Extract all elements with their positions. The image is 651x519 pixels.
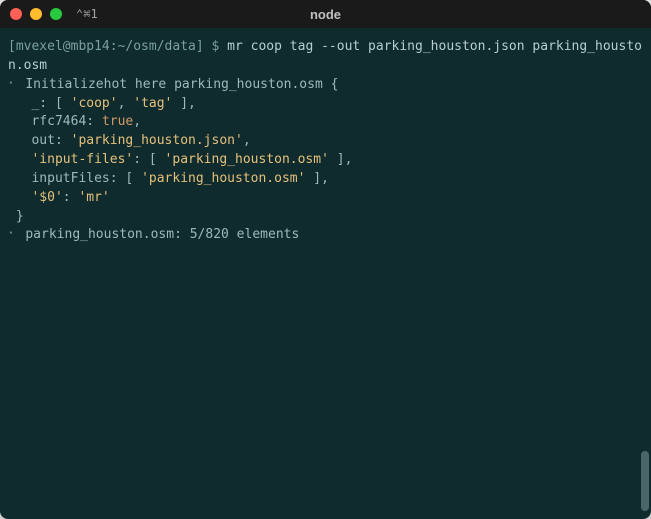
obj-key-string: '$0' bbox=[31, 190, 62, 205]
tab-shortcut-label: ⌃⌘1 bbox=[76, 7, 98, 21]
minimize-icon[interactable] bbox=[30, 8, 42, 20]
output-status-line: ⠂ parking_houston.osm: 5/820 elements bbox=[8, 226, 643, 245]
obj-key-string: 'input-files' bbox=[31, 152, 133, 167]
close-icon[interactable] bbox=[10, 8, 22, 20]
string-value: 'parking_houston.osm' bbox=[141, 171, 305, 186]
string-value: 'coop' bbox=[71, 96, 118, 111]
obj-key: inputFiles: bbox=[31, 171, 117, 186]
gutter-dot-icon: ⠂ bbox=[8, 227, 18, 242]
output-line: 'input-files': [ 'parking_houston.osm' ]… bbox=[8, 151, 643, 170]
obj-key: rfc7464: bbox=[31, 114, 94, 129]
terminal-window: ⌃⌘1 node [mvexel@mbp14:~/osm/data] $ mr … bbox=[0, 0, 651, 519]
string-value: 'mr' bbox=[78, 190, 109, 205]
string-value: 'parking_houston.osm' bbox=[165, 152, 329, 167]
gutter-dot-icon: ⠂ bbox=[8, 77, 18, 92]
output-line: inputFiles: [ 'parking_houston.osm' ], bbox=[8, 170, 643, 189]
obj-key: _: bbox=[31, 96, 47, 111]
output-line: _: [ 'coop', 'tag' ], bbox=[8, 95, 643, 114]
output-close-brace: } bbox=[8, 208, 643, 227]
window-title: node bbox=[310, 7, 341, 22]
zoom-icon[interactable] bbox=[50, 8, 62, 20]
output-line: rfc7464: true, bbox=[8, 113, 643, 132]
output-line: out: 'parking_houston.json', bbox=[8, 132, 643, 151]
output-init-line: ⠂ Initializehot here parking_houston.osm… bbox=[8, 76, 643, 95]
output-line: '$0': 'mr' bbox=[8, 189, 643, 208]
prompt-line: [mvexel@mbp14:~/osm/data] $ mr coop tag … bbox=[8, 38, 643, 76]
bool-value: true bbox=[102, 114, 133, 129]
obj-key: out: bbox=[31, 133, 62, 148]
prompt-path: ~/osm/data bbox=[118, 39, 196, 54]
status-text: parking_houston.osm: 5/820 elements bbox=[25, 227, 299, 242]
string-value: 'tag' bbox=[133, 96, 172, 111]
scrollbar-thumb[interactable] bbox=[641, 451, 649, 511]
init-text: Initializehot here parking_houston.osm { bbox=[25, 77, 338, 92]
prompt-end: ] $ bbox=[196, 39, 227, 54]
terminal-body[interactable]: [mvexel@mbp14:~/osm/data] $ mr coop tag … bbox=[0, 28, 651, 519]
traffic-lights bbox=[10, 8, 62, 20]
prompt-user-host: [mvexel@mbp14: bbox=[8, 39, 118, 54]
string-value: 'parking_houston.json' bbox=[71, 133, 243, 148]
titlebar: ⌃⌘1 node bbox=[0, 0, 651, 28]
